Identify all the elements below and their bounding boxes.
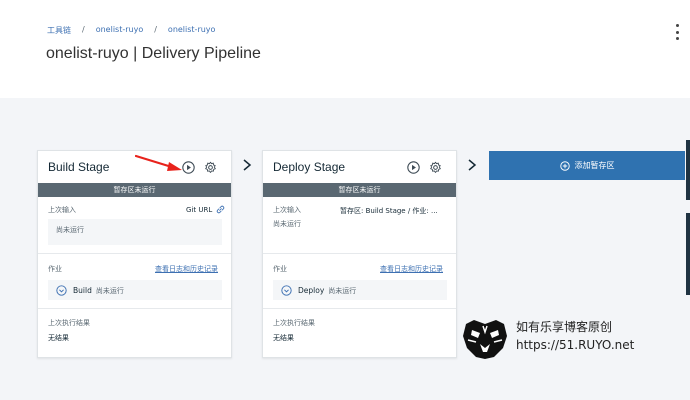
job-name: Build [73, 286, 92, 295]
edge-panel [686, 140, 690, 200]
add-stage-label: 添加暂存区 [574, 161, 615, 170]
job-row[interactable]: Deploy 尚未运行 [273, 280, 447, 300]
play-icon[interactable] [407, 161, 420, 174]
stage-card-deploy: Deploy Stage 暂存区未运行 上次输入 暂存区: Build Stag… [262, 150, 457, 358]
watermark-title: 如有乐享博客原创 [516, 320, 613, 334]
last-result-section: 上次执行结果 无结果 [263, 309, 456, 357]
view-logs-link[interactable]: 查看日志和历史记录 [380, 264, 443, 274]
breadcrumb-toolchain[interactable]: 工具链 [47, 25, 71, 36]
kebab-menu-icon[interactable] [674, 24, 680, 40]
annotation-arrow-icon [135, 154, 182, 171]
last-result-value: 无结果 [273, 334, 294, 342]
last-input-value: 尚未运行 [273, 220, 301, 228]
jobs-section: 作业 查看日志和历史记录 Deploy 尚未运行 [263, 254, 456, 309]
stage-card-build: Build Stage 暂存区未运行 上次输入 Git URL 尚未运行 作业 … [37, 150, 232, 358]
last-input-box: 尚未运行 [48, 219, 222, 245]
link-icon[interactable] [216, 205, 225, 214]
jobs-label: 作业 [48, 265, 62, 273]
last-input-value: 尚未运行 [56, 226, 84, 234]
plus-circle-icon [559, 160, 570, 171]
breadcrumb-project[interactable]: onelist-ruyo [96, 25, 144, 36]
chevron-right-icon [243, 159, 252, 171]
breadcrumb: 工具链 / onelist-ruyo / onelist-ruyo [47, 25, 215, 36]
gear-icon[interactable] [429, 161, 442, 174]
page-title: onelist-ruyo | Delivery Pipeline [46, 45, 261, 62]
jobs-section: 作业 查看日志和历史记录 Build 尚未运行 [38, 254, 231, 309]
page-header: 工具链 / onelist-ruyo / onelist-ruyo onelis… [0, 0, 690, 98]
last-result-label: 上次执行结果 [273, 319, 315, 327]
last-input-section: 上次输入 Git URL 尚未运行 [38, 197, 231, 254]
watermark-url: https://51.RUYO.net [516, 338, 635, 352]
stage-status-bar: 暂存区未运行 [38, 183, 231, 197]
job-status: 尚未运行 [328, 287, 357, 295]
breadcrumb-separator: / [154, 25, 157, 34]
last-input-section: 上次输入 暂存区: Build Stage / 作业: ... 尚未运行 [263, 197, 456, 254]
chevron-right-icon [468, 159, 477, 171]
job-name: Deploy [298, 286, 325, 295]
jobs-label: 作业 [273, 265, 287, 273]
job-expand-icon[interactable] [281, 285, 292, 296]
stage-status-bar: 暂存区未运行 [263, 183, 456, 197]
breadcrumb-separator: / [82, 25, 85, 34]
stage-header: Deploy Stage [263, 151, 456, 183]
stage-name: Deploy Stage [273, 160, 346, 174]
view-logs-link[interactable]: 查看日志和历史记录 [155, 264, 218, 274]
breadcrumb-pipeline[interactable]: onelist-ruyo [168, 25, 216, 36]
gear-icon[interactable] [204, 161, 217, 174]
input-source: 暂存区: Build Stage / 作业: ... [340, 207, 438, 215]
job-expand-icon[interactable] [56, 285, 67, 296]
job-status: 尚未运行 [95, 287, 124, 295]
last-result-value: 无结果 [48, 334, 69, 342]
last-input-label: 上次输入 [273, 206, 301, 214]
add-stage-button[interactable]: 添加暂存区 [489, 151, 685, 180]
tiger-logo-icon [463, 320, 507, 359]
job-row[interactable]: Build 尚未运行 [48, 280, 222, 300]
last-result-section: 上次执行结果 无结果 [38, 309, 231, 357]
stage-name: Build Stage [48, 160, 110, 174]
edge-panel [686, 213, 690, 295]
last-input-label: 上次输入 [48, 206, 76, 214]
last-result-label: 上次执行结果 [48, 319, 90, 327]
input-source: Git URL [186, 206, 213, 214]
